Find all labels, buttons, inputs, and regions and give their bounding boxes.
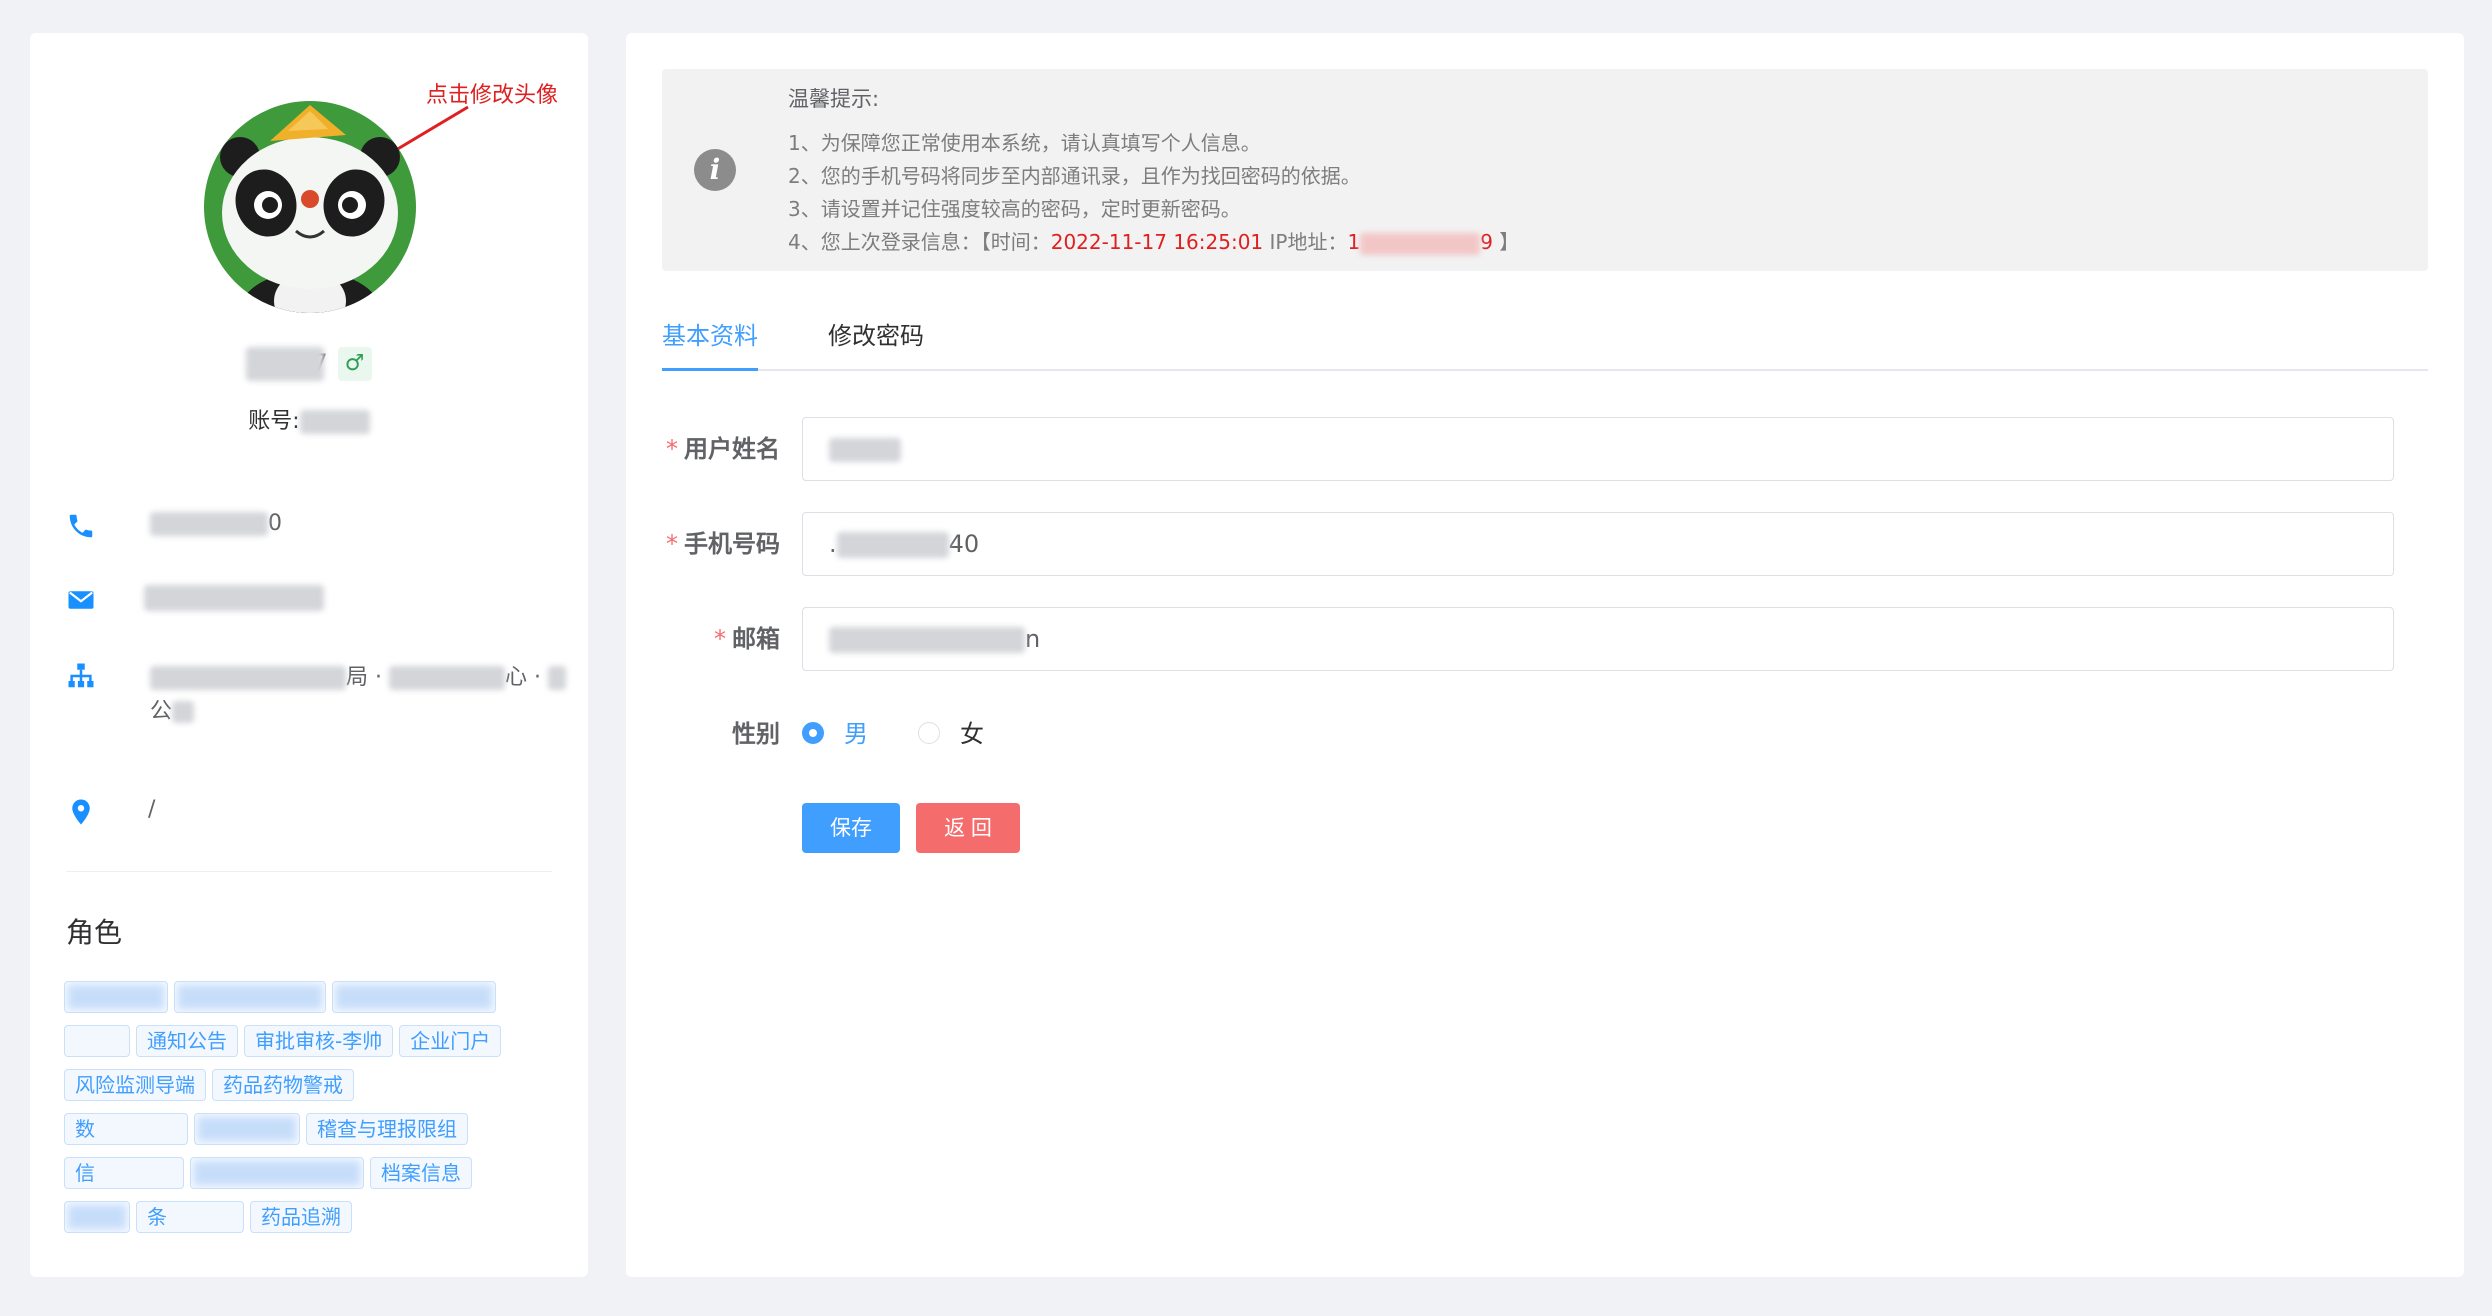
profile-card: 点击修改头像 7♂ 账号:	[30, 33, 588, 1277]
roles-title: 角色	[66, 916, 123, 949]
notice-line-2: 2、您的手机号码将同步至内部通讯录，且作为找回密码的依据。	[788, 164, 1361, 188]
last-login-time: 2022-11-17 16:25:01	[1050, 230, 1264, 254]
location-pin-icon	[72, 799, 90, 825]
role-tag	[64, 981, 168, 1013]
notice-box: i 温馨提示: 1、为保障您正常使用本系统，请认真填写个人信息。 2、您的手机号…	[662, 69, 2428, 271]
phone-info: 0	[66, 511, 566, 545]
role-tag: 审批审核-李帅	[244, 1025, 394, 1057]
role-tag	[332, 981, 496, 1013]
role-tag	[64, 1201, 130, 1233]
name-label: * 用户姓名	[666, 435, 780, 463]
account-label: 账号:	[248, 409, 300, 434]
phone-suffix: 0	[268, 511, 282, 536]
role-tag: 档案信息	[370, 1157, 472, 1189]
notice-line-1: 1、为保障您正常使用本系统，请认真填写个人信息。	[788, 131, 1261, 155]
back-button[interactable]: 返 回	[916, 803, 1020, 853]
department-part2: 心 ·	[505, 665, 541, 690]
radio-unchecked-icon	[918, 722, 940, 744]
last-login-suffix: 】	[1492, 230, 1520, 254]
panda-avatar-icon	[204, 101, 416, 313]
role-tag: 风险监测导端	[64, 1069, 206, 1101]
role-tag	[194, 1113, 300, 1145]
notice-title: 温馨提示:	[788, 87, 880, 111]
ip-label: IP地址：	[1263, 230, 1348, 254]
email-label: * 邮箱	[714, 625, 780, 653]
role-tag: 药品追溯	[250, 1201, 352, 1233]
location-info: /	[66, 797, 566, 831]
account-id: 账号:	[30, 403, 588, 435]
name-row: * 用户姓名	[662, 417, 2428, 481]
role-tag: 稽查与理报限组	[306, 1113, 468, 1145]
mail-icon	[68, 591, 94, 609]
org-structure-icon	[68, 663, 94, 688]
role-tags: 通知公告 审批审核-李帅 企业门户 风险监测导端 药品药物警戒 数 稽查与理报限组 信 档…	[64, 981, 564, 1245]
avatar[interactable]	[204, 101, 416, 313]
tab-change-password[interactable]: 修改密码	[828, 315, 924, 369]
divider	[66, 871, 552, 872]
phone-icon	[69, 514, 93, 538]
email-row: * 邮箱 n	[662, 607, 2428, 671]
gender-radio-male[interactable]: 男	[802, 702, 868, 766]
role-tag	[174, 981, 326, 1013]
gender-radio-female[interactable]: 女	[918, 702, 984, 766]
department-part3: 公	[150, 699, 173, 724]
role-tag	[64, 1025, 130, 1057]
name-input[interactable]	[802, 417, 2394, 481]
user-name: 7♂	[30, 343, 588, 383]
role-tag: 条	[136, 1201, 244, 1233]
location-value: /	[148, 797, 156, 822]
radio-checked-icon	[802, 722, 824, 744]
ip-prefix: 1	[1347, 230, 1361, 254]
role-tag: 通知公告	[136, 1025, 238, 1057]
gender-label: 性别	[732, 720, 780, 748]
info-icon: i	[694, 149, 736, 191]
last-login-prefix: 4、您上次登录信息：【时间：	[788, 230, 1051, 254]
ip-suffix: 9	[1480, 230, 1493, 254]
department-part1: 局 ·	[346, 665, 382, 690]
tab-basic-info[interactable]: 基本资料	[662, 315, 758, 371]
email-input[interactable]: n	[802, 607, 2394, 671]
tabs: 基本资料 修改密码	[662, 315, 2428, 371]
role-tag: 数	[64, 1113, 188, 1145]
phone-input[interactable]: . 40	[802, 512, 2394, 576]
department-info: 局 · 心 · 公	[66, 661, 566, 741]
role-tag	[190, 1157, 364, 1189]
email-info	[66, 585, 566, 619]
gender-row: 性别 男 女	[662, 702, 2428, 766]
role-tag: 药品药物警戒	[212, 1069, 354, 1101]
role-tag: 信	[64, 1157, 184, 1189]
phone-row: * 手机号码 . 40	[662, 512, 2428, 576]
save-button[interactable]: 保存	[802, 803, 900, 853]
settings-card: i 温馨提示: 1、为保障您正常使用本系统，请认真填写个人信息。 2、您的手机号…	[626, 33, 2464, 1277]
phone-label: * 手机号码	[666, 530, 780, 558]
notice-line-4: 4、您上次登录信息：【时间：2022-11-17 16:25:01 IP地址：1…	[788, 226, 1519, 255]
male-gender-icon: ♂	[337, 347, 372, 381]
role-tag: 企业门户	[399, 1025, 502, 1057]
notice-line-3: 3、请设置并记住强度较高的密码，定时更新密码。	[788, 197, 1241, 221]
